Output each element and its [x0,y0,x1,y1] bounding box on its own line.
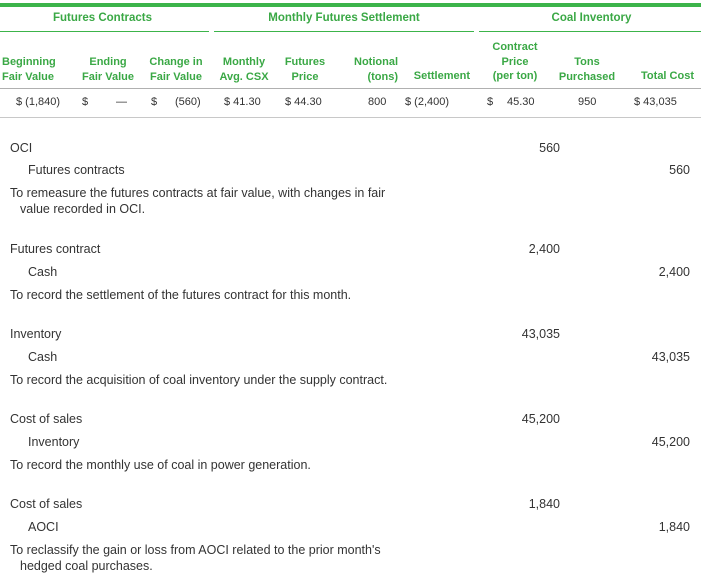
col-header-contract-price: Contract Price (per ton) [492,41,538,82]
col-header-change-fv: Change in Fair Value [149,56,203,83]
cell-contract-price-sign: $ [487,96,494,108]
cell-tons-purchased: 950 [578,96,597,108]
col-header-total-cost: Total Cost [641,70,694,82]
credit-account: Cash [28,350,58,364]
table-top-rule [0,3,701,7]
debit-account: Futures contract [10,242,101,256]
cell-contract-price: 45.30 [507,96,535,108]
col-header-settlement: Settlement [413,70,470,82]
credit-amount: 560 [669,163,690,177]
debit-account: Cost of sales [10,412,83,426]
col-header-futures-price: Futures Price [284,56,326,83]
col-header-ending-fv: Ending Fair Value [82,56,134,83]
entry-memo: To record the settlement of the futures … [10,288,352,302]
credit-amount: 45,200 [651,435,690,449]
group-header-monthly-settlement: Monthly Futures Settlement [268,12,420,24]
debit-amount: 45,200 [521,412,560,426]
cell-monthly-avg-csx: $ 41.30 [224,96,261,108]
debit-account: Inventory [10,327,62,341]
cell-notional: 800 [368,96,387,108]
journal-entry: Futures contract 2,400 Cash 2,400 To rec… [10,241,700,305]
entry-memo: To remeasure the futures contracts at fa… [10,186,386,216]
credit-amount: 2,400 [658,265,690,279]
credit-account: AOCI [28,520,59,534]
credit-account: Inventory [28,435,80,449]
debit-amount: 43,035 [521,327,560,341]
credit-account: Cash [28,265,58,279]
row-divider [0,117,701,118]
credit-amount: 43,035 [651,350,690,364]
col-header-notional: Notional (tons) [354,56,398,83]
journal-entry: OCI 560 Futures contracts 560 To remeasu… [10,140,700,220]
col-header-monthly-avg-csx: Monthly Avg. CSX [219,56,269,83]
header-divider [0,88,701,89]
group-underline [0,31,209,32]
group-underline [479,31,701,32]
entry-memo: To record the acquisition of coal invent… [10,373,388,387]
credit-amount: 1,840 [658,520,690,534]
col-header-tons-purchased: Tons Purchased [558,56,616,83]
debit-account: OCI [10,141,33,155]
cell-futures-price: $ 44.30 [285,96,322,108]
debit-amount: 560 [539,141,560,155]
group-header-coal-inventory: Coal Inventory [551,12,632,24]
journal-entry: Cost of sales 1,840 AOCI 1,840 To reclas… [10,496,700,581]
col-header-beginning-fv: Beginning Fair Value [2,56,56,83]
debit-amount: 2,400 [528,242,560,256]
group-header-futures-contracts: Futures Contracts [52,12,153,24]
cell-beginning-fv: $ (1,840) [16,96,61,108]
journal-entry: Cost of sales 45,200 Inventory 45,200 To… [10,411,700,475]
entry-memo: To record the monthly use of coal in pow… [10,458,311,472]
group-underline [214,31,474,32]
entry-memo: To reclassify the gain or loss from AOCI… [10,543,381,573]
journal-entry: Inventory 43,035 Cash 43,035 To record t… [10,326,700,390]
cell-ending-fv: — [116,96,127,108]
credit-account: Futures contracts [28,163,125,177]
cell-total-cost: $ 43,035 [634,96,677,108]
cell-ending-fv-sign: $ [82,96,89,108]
debit-account: Cost of sales [10,497,83,511]
debit-amount: 1,840 [528,497,560,511]
cell-change-fv-sign: $ [151,96,158,108]
cell-change-fv: (560) [175,96,201,108]
cell-settlement: $ (2,400) [405,96,450,108]
